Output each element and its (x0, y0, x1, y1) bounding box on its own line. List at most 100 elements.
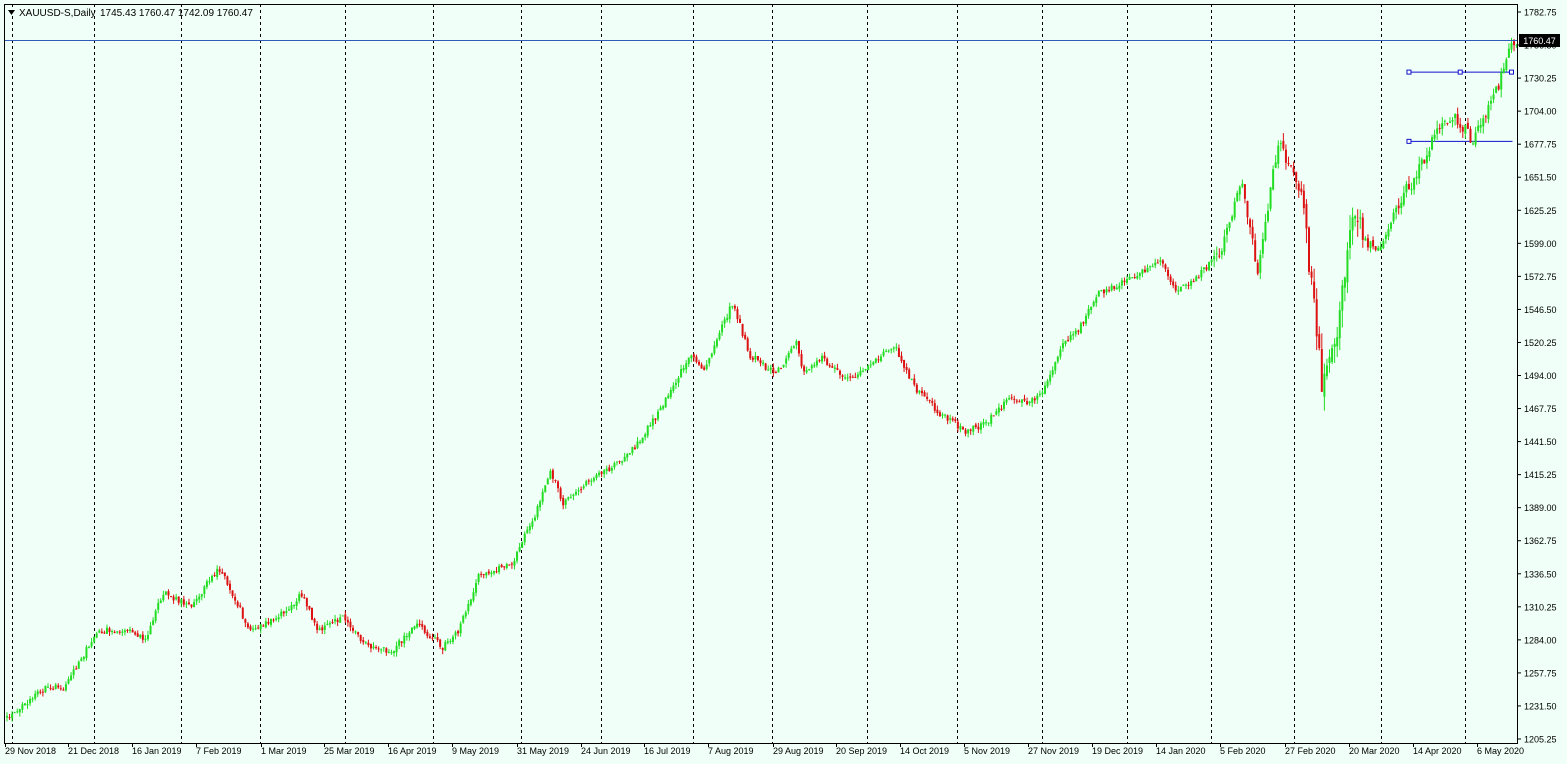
candle-body (933, 403, 936, 411)
candle-body (1474, 132, 1477, 145)
candle-body (536, 506, 539, 518)
candle-body (1272, 169, 1275, 190)
candle-body (1277, 145, 1280, 164)
candle-body (685, 363, 688, 370)
candle-body (577, 490, 580, 492)
candle-body (1128, 277, 1131, 280)
candle-body (1233, 201, 1236, 218)
candle-body (1349, 230, 1352, 249)
candle-body (946, 415, 949, 421)
candle-body (8, 717, 11, 719)
price-chart[interactable]: 1782.751756.501730.251704.001677.751651.… (0, 0, 1567, 764)
candle-body (451, 636, 454, 642)
candle-body (492, 571, 495, 574)
candle-body (1020, 399, 1023, 403)
candle-body (223, 572, 226, 577)
candle-body (546, 478, 549, 485)
range-handle (1406, 69, 1412, 75)
candle-body (1495, 86, 1498, 93)
candle-body (482, 574, 485, 576)
candle-body (244, 619, 247, 623)
range-handle (1406, 138, 1412, 144)
y-tick-label: 1730.25 (1524, 74, 1557, 84)
candle-body (1049, 374, 1052, 382)
candle-body (157, 602, 160, 610)
candle-body (1056, 356, 1059, 362)
x-tick-label: 31 May 2019 (517, 746, 569, 756)
candle-body (134, 632, 137, 635)
candle-body (410, 627, 413, 634)
candle-body (1118, 285, 1121, 289)
candle-body (954, 419, 957, 422)
candle-body (1361, 217, 1364, 240)
candle-body (1236, 192, 1239, 201)
candle-body (257, 627, 260, 629)
candle-body (1177, 290, 1180, 292)
candle (1495, 85, 1498, 94)
candle (1272, 165, 1275, 191)
candle-body (1154, 262, 1157, 266)
x-tick-label: 5 Feb 2020 (1220, 746, 1266, 756)
candle-body (618, 461, 621, 463)
candle-body (833, 367, 836, 369)
candle-body (961, 427, 964, 430)
y-tick-label: 1205.25 (1524, 735, 1557, 745)
y-tick-label: 1336.50 (1524, 569, 1557, 579)
candle-body (395, 645, 398, 653)
candle-body (1464, 124, 1467, 134)
plot-background (0, 0, 1567, 764)
x-tick-label: 24 Jun 2019 (581, 746, 631, 756)
candle-body (1431, 137, 1434, 150)
candle-body (421, 624, 424, 627)
candle-body (211, 575, 214, 582)
candle (226, 575, 229, 587)
candle-body (249, 626, 252, 630)
candle-body (108, 628, 111, 633)
candle-body (1038, 393, 1041, 395)
candle-body (544, 485, 547, 493)
candle-body (797, 341, 800, 354)
candle-body (1041, 392, 1044, 395)
candle-body (874, 358, 877, 363)
x-tick-label: 5 Nov 2019 (964, 746, 1010, 756)
candle-body (851, 376, 854, 378)
candle-body (382, 647, 385, 649)
candle-body (1169, 276, 1172, 282)
x-tick-label: 29 Nov 2018 (5, 746, 56, 756)
candle-body (733, 305, 736, 309)
candle-body (692, 354, 695, 358)
candle-body (557, 481, 560, 489)
candle-body (1097, 291, 1100, 297)
candle-body (1218, 255, 1221, 257)
candle-body (603, 470, 606, 475)
candle-body (203, 586, 206, 595)
candle-body (393, 651, 396, 654)
candle-body (659, 407, 662, 411)
candle-body (385, 648, 388, 653)
candle-body (897, 347, 900, 357)
candle-body (1113, 286, 1116, 289)
candle-body (267, 621, 270, 624)
candle-body (813, 364, 816, 367)
candle-body (695, 356, 698, 363)
candle-body (372, 646, 375, 649)
candle-body (1138, 273, 1141, 277)
candle-body (508, 564, 511, 566)
candle (164, 591, 167, 596)
candle-body (1336, 337, 1339, 347)
candle-body (1003, 401, 1006, 409)
candle-body (574, 491, 577, 495)
candle-body (846, 377, 849, 379)
x-tick-label: 19 Dec 2019 (1092, 746, 1143, 756)
candle-body (749, 351, 752, 359)
candle-body (785, 358, 788, 364)
candle-body (626, 453, 629, 458)
candle-body (803, 366, 806, 372)
candle-body (564, 499, 567, 505)
candle-body (1033, 398, 1036, 401)
candle-body (436, 637, 439, 640)
candle-body (177, 596, 180, 603)
candle-body (459, 623, 462, 634)
candle-body (721, 324, 724, 333)
candle-body (713, 345, 716, 354)
